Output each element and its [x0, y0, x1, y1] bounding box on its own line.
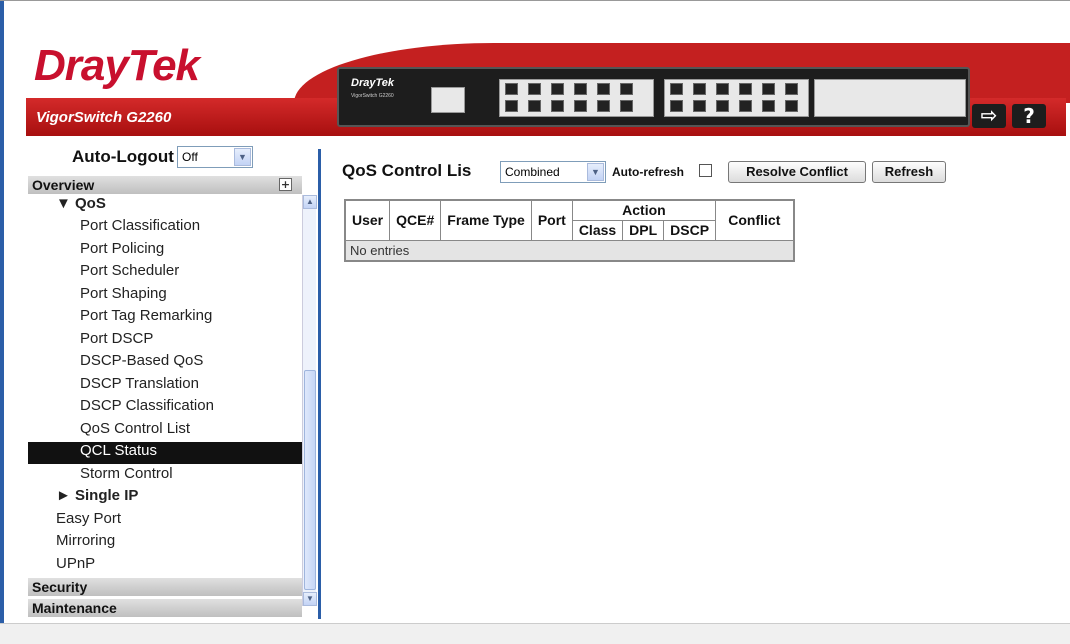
- switch-port: [739, 100, 752, 112]
- chevron-down-icon: ▼: [234, 148, 251, 166]
- col-dscp: DSCP: [663, 219, 717, 241]
- sidebar-item-storm-control[interactable]: Storm Control: [80, 465, 173, 487]
- col-port: Port: [530, 199, 573, 241]
- sidebar-menu: ▼ QoS Port Classification Port Policing …: [28, 195, 302, 606]
- sidebar-item-qos-control-list[interactable]: QoS Control List: [80, 420, 190, 442]
- sidebar-item-upnp[interactable]: UPnP: [56, 555, 95, 577]
- page: DrayTek VigorSwitch G2260 DrayTek VigorS…: [0, 0, 1070, 644]
- section-overview-label: Overview: [32, 177, 95, 193]
- autologout-value: Off: [182, 150, 198, 164]
- switch-port: [620, 83, 633, 95]
- switch-port: [670, 100, 683, 112]
- switch-port: [716, 100, 729, 112]
- switch-port: [762, 83, 775, 95]
- switch-port: [693, 100, 706, 112]
- header: DrayTek VigorSwitch G2260 DrayTek VigorS…: [4, 1, 1070, 141]
- col-conflict: Conflict: [715, 199, 795, 241]
- main-content: QoS Control Lis Combined ▼ Auto-refresh …: [330, 151, 1060, 621]
- autorefresh-label: Auto-refresh: [612, 165, 685, 179]
- switch-port: [505, 100, 518, 112]
- status-bar: [0, 623, 1070, 644]
- switch-port: [528, 83, 541, 95]
- switch-port: [670, 83, 683, 95]
- switch-port: [620, 100, 633, 112]
- autologout-select[interactable]: Off ▼: [177, 146, 253, 168]
- expand-plus-icon[interactable]: +: [279, 178, 292, 191]
- help-icon[interactable]: ?: [1012, 104, 1046, 128]
- switch-port: [597, 100, 610, 112]
- col-class: Class: [571, 219, 624, 241]
- switch-port: [574, 83, 587, 95]
- col-frame-type: Frame Type: [440, 199, 532, 241]
- sidebar-item-dscp-classification[interactable]: DSCP Classification: [80, 397, 214, 419]
- content-divider: [318, 149, 321, 619]
- chevron-down-icon: ▼: [587, 163, 604, 181]
- sidebar-item-qcl-status[interactable]: QCL Status: [28, 442, 302, 464]
- sidebar-item-port-scheduler[interactable]: Port Scheduler: [80, 262, 179, 284]
- empty-row-text: No entries: [344, 239, 795, 261]
- sidebar: Auto-Logout Off ▼ Overview + ▼ QoS Port …: [4, 143, 317, 623]
- draytek-logo: DrayTek: [34, 41, 200, 90]
- section-security[interactable]: Security: [28, 578, 302, 596]
- sfp-group: [814, 79, 966, 117]
- logout-icon[interactable]: ⇨: [972, 104, 1006, 128]
- col-qce: QCE#: [389, 199, 442, 241]
- device-brand: DrayTek: [351, 77, 395, 89]
- section-overview[interactable]: Overview +: [28, 176, 302, 194]
- section-maintenance[interactable]: Maintenance: [28, 599, 302, 617]
- sidebar-item-port-policing[interactable]: Port Policing: [80, 240, 164, 262]
- switch-port: [597, 83, 610, 95]
- page-title: QoS Control Lis: [342, 161, 472, 180]
- scroll-up-icon[interactable]: ▲: [303, 195, 317, 209]
- switch-port: [693, 83, 706, 95]
- sidebar-item-single-ip[interactable]: ► Single IP: [56, 487, 138, 509]
- sidebar-item-dscp-translation[interactable]: DSCP Translation: [80, 375, 199, 397]
- resolve-conflict-button[interactable]: Resolve Conflict: [728, 161, 866, 183]
- device-panel-image: DrayTek VigorSwitch G2260: [337, 67, 970, 127]
- col-action: Action: [571, 199, 717, 221]
- device-model: VigorSwitch G2260: [351, 93, 394, 99]
- user-select-value: Combined: [505, 165, 560, 179]
- switch-port: [785, 83, 798, 95]
- sidebar-item-port-dscp[interactable]: Port DSCP: [80, 330, 153, 352]
- autologout-label: Auto-Logout: [72, 147, 174, 166]
- user-select[interactable]: Combined ▼: [500, 161, 606, 183]
- switch-port: [762, 100, 775, 112]
- col-user: User: [344, 199, 391, 241]
- switch-port: [739, 83, 752, 95]
- console-port: [431, 87, 465, 113]
- sidebar-item-port-classification[interactable]: Port Classification: [80, 217, 200, 239]
- scroll-down-icon[interactable]: ▼: [303, 592, 317, 606]
- autorefresh-checkbox[interactable]: [699, 164, 712, 177]
- switch-port: [785, 100, 798, 112]
- switch-port: [551, 100, 564, 112]
- sidebar-item-mirroring[interactable]: Mirroring: [56, 532, 115, 554]
- qcl-status-table: User QCE# Frame Type Port Action Conflic…: [344, 199, 795, 262]
- switch-port: [574, 100, 587, 112]
- sidebar-item-port-tag-remarking[interactable]: Port Tag Remarking: [80, 307, 212, 329]
- col-dpl: DPL: [622, 219, 665, 241]
- model-name: VigorSwitch G2260: [36, 109, 172, 126]
- switch-port: [716, 83, 729, 95]
- sidebar-item-easy-port[interactable]: Easy Port: [56, 510, 121, 532]
- switch-port: [551, 83, 564, 95]
- table-row: No entries: [344, 239, 795, 261]
- sidebar-scrollbar[interactable]: ▲ ▼: [302, 195, 317, 606]
- refresh-button[interactable]: Refresh: [872, 161, 946, 183]
- scrollbar-thumb[interactable]: [304, 370, 316, 590]
- switch-port: [505, 83, 518, 95]
- sidebar-item-port-shaping[interactable]: Port Shaping: [80, 285, 167, 307]
- sidebar-item-dscp-based-qos[interactable]: DSCP-Based QoS: [80, 352, 203, 374]
- switch-port: [528, 100, 541, 112]
- sidebar-item-qos[interactable]: ▼ QoS: [56, 195, 106, 217]
